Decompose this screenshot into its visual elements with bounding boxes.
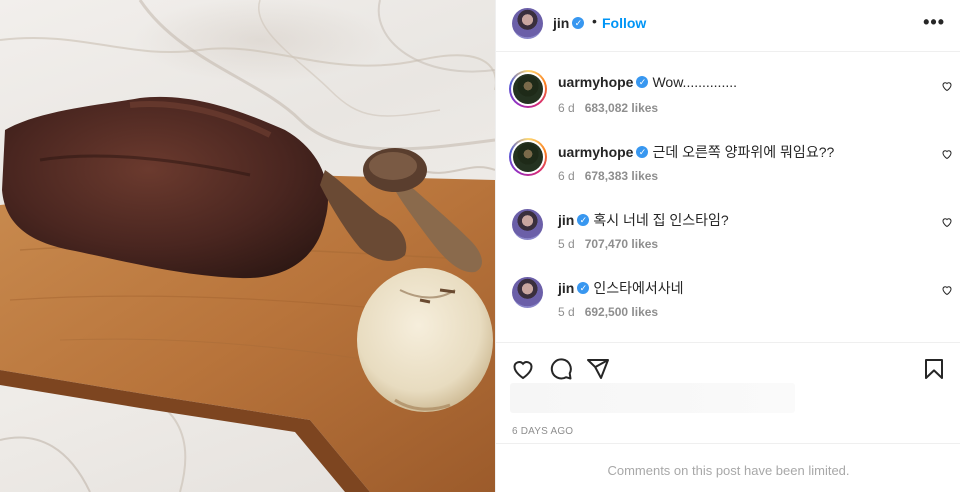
comment-likes[interactable]: 707,470 likes [585, 237, 658, 251]
verified-badge-icon: ✓ [577, 214, 590, 227]
commenter-username[interactable]: uarmyhope [558, 74, 633, 90]
post-side-panel: jin ✓ • Follow ••• uarmyhope ✓ Wow.........… [495, 0, 960, 492]
post-photo[interactable] [0, 0, 495, 492]
commenter-username[interactable]: uarmyhope [558, 144, 633, 160]
comment-body: uarmyhope ✓ Wow.............. [558, 74, 737, 90]
comment-heart-icon[interactable] [941, 216, 953, 228]
comment-likes[interactable]: 692,500 likes [585, 305, 658, 319]
comment-meta: 6 d 683,082 likes [558, 101, 658, 115]
comment-time[interactable]: 5 d [558, 305, 575, 319]
likes-summary-placeholder [510, 383, 795, 413]
comment-meta: 5 d 692,500 likes [558, 305, 658, 319]
comment-meta: 6 d 678,383 likes [558, 169, 658, 183]
story-ring[interactable] [509, 138, 547, 176]
comments-limited-notice: Comments on this post have been limited. [607, 463, 850, 478]
commenter-avatar[interactable] [513, 74, 543, 104]
follow-button[interactable]: Follow [602, 15, 646, 31]
bookmark-icon[interactable] [922, 357, 946, 381]
comment-heart-icon[interactable] [941, 148, 953, 160]
comment-text: 근데 오른쪽 양파위에 뭐임요?? [652, 144, 835, 160]
comment-body: jin ✓ 인스타에서사네 [558, 278, 684, 298]
post-header: jin ✓ • Follow ••• [496, 0, 960, 52]
post-date[interactable]: 6 DAYS AGO [512, 426, 573, 437]
comment-likes[interactable]: 678,383 likes [585, 169, 658, 183]
header-separator: • [592, 13, 597, 29]
commenter-avatar[interactable] [513, 142, 543, 172]
comment-heart-icon[interactable] [941, 80, 953, 92]
comment-likes[interactable]: 683,082 likes [585, 101, 658, 115]
comment-icon[interactable] [549, 357, 573, 381]
comment-item: uarmyhope ✓ Wow.............. 6 d 683,082 l… [496, 68, 960, 136]
verified-badge-icon: ✓ [636, 76, 649, 89]
commenter-avatar[interactable] [512, 209, 543, 240]
verified-badge-icon: ✓ [572, 17, 585, 30]
commenter-username[interactable]: jin [558, 280, 574, 296]
story-ring[interactable] [509, 70, 547, 108]
comment-time[interactable]: 6 d [558, 101, 575, 115]
verified-badge-icon: ✓ [636, 146, 649, 159]
heart-icon[interactable] [511, 357, 535, 381]
share-icon[interactable] [586, 357, 610, 381]
comment-time[interactable]: 5 d [558, 237, 575, 251]
comment-meta: 5 d 707,470 likes [558, 237, 658, 251]
author-avatar[interactable] [512, 8, 543, 39]
commenter-avatar[interactable] [512, 277, 543, 308]
steak-board-image [0, 0, 495, 492]
comment-heart-icon[interactable] [941, 284, 953, 296]
comment-body: jin ✓ 혹시 너네 집 인스타임? [558, 210, 729, 230]
comment-time[interactable]: 6 d [558, 169, 575, 183]
more-options-icon[interactable]: ••• [923, 12, 945, 33]
verified-badge-icon: ✓ [577, 282, 590, 295]
author-username[interactable]: jin ✓ [553, 15, 585, 31]
commenter-username[interactable]: jin [558, 212, 574, 228]
comment-body: uarmyhope ✓ 근데 오른쪽 양파위에 뭐임요?? [558, 142, 834, 162]
comment-item: uarmyhope ✓ 근데 오른쪽 양파위에 뭐임요?? 6 d 678,383 l… [496, 136, 960, 204]
comment-item: jin ✓ 인스타에서사네 5 d 692,500 likes [496, 272, 960, 340]
comment-item: jin ✓ 혹시 너네 집 인스타임? 5 d 707,470 likes [496, 204, 960, 272]
comment-text: 혹시 너네 집 인스타임? [593, 212, 729, 228]
comment-text: Wow.............. [652, 74, 738, 90]
comment-text: 인스타에서사네 [593, 280, 684, 296]
